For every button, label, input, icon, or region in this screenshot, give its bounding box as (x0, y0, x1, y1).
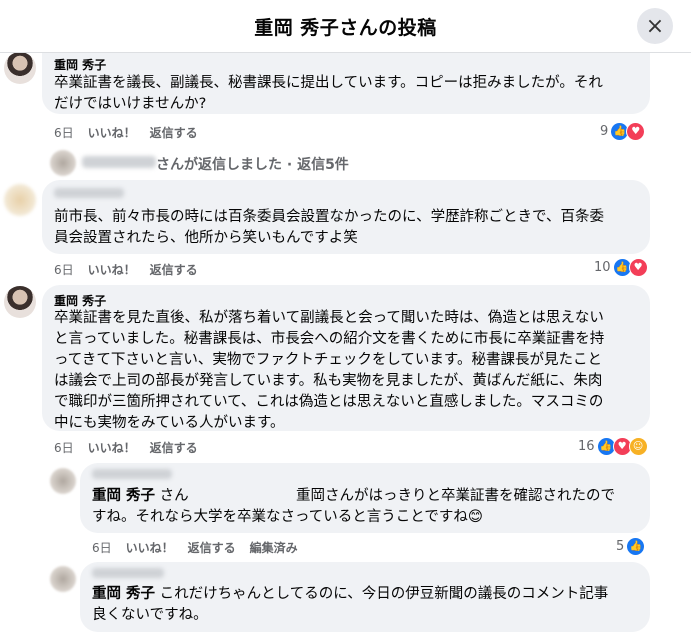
avatar (50, 150, 76, 176)
comment-author[interactable]: 重岡 秀子 (54, 292, 106, 309)
comment-text-line: 重岡さんがはっきりと卒業証書を確認されたので (296, 488, 615, 504)
comment-text-line: 重岡 秀子 これだけちゃんとしてるのに、今日の伊豆新聞の議長のコメント記事 (92, 584, 608, 605)
close-icon: × (645, 13, 665, 39)
comment-time[interactable]: 6日 (54, 124, 74, 141)
love-reaction-icon: ♥ (626, 122, 646, 141)
comment-text-line: は議会で上司の部長が発言しています。私も実物を見ましたが、黄ばんだ紙に、朱肉 (54, 373, 603, 389)
reply-link[interactable]: 返信する (150, 439, 198, 456)
comment-text-line: 重岡 秀子 さん (92, 486, 189, 507)
reaction-summary[interactable]: 5 👍 (616, 537, 646, 556)
comment-actions: 6日 いいね！ 返信する (54, 261, 198, 278)
comment-actions: 6日 いいね！ 返信する 編集済み (92, 539, 298, 556)
comment-text-line: 前市長、前々市長の時には百条委員会設置なかったのに、学歴詐称ごときで、百条委 (54, 209, 604, 225)
comment-text: これだけちゃんとしてるのに、今日の伊豆新聞の議長のコメント記事 (159, 586, 609, 602)
comment-text-line: 卒業証書を議長、副議長、秘書課長に提出しています。コピーは拒みましたが。それ (54, 75, 603, 91)
comment-text-line: すね。それなら大学を卒業なさっていると言うことですね😊 (92, 509, 483, 525)
dialog-header: 重岡 秀子さんの投稿 × (0, 0, 691, 53)
like-link[interactable]: いいね！ (88, 261, 136, 278)
reaction-count: 16 (578, 439, 595, 454)
mention-link[interactable]: 重岡 秀子 (92, 586, 155, 602)
reaction-count: 9 (600, 124, 609, 139)
reaction-count: 5 (616, 539, 625, 554)
comment-author[interactable]: 重岡 秀子 (54, 56, 106, 73)
edited-label: 編集済み (249, 541, 298, 555)
reply-link[interactable]: 返信する (188, 539, 236, 556)
mention-link[interactable]: 重岡 秀子 (92, 488, 155, 504)
comment-text-line: だけではいけませんか? (54, 96, 207, 112)
avatar[interactable] (50, 468, 76, 494)
comment-actions: 6日 いいね！ 返信する (54, 124, 198, 141)
dialog-title: 重岡 秀子さんの投稿 (254, 16, 437, 39)
reply-link[interactable]: 返信する (150, 124, 198, 141)
care-reaction-icon: ☺ (628, 437, 648, 456)
love-reaction-icon: ♥ (628, 258, 648, 277)
like-link[interactable]: いいね！ (88, 439, 136, 456)
reaction-summary[interactable]: 9 👍 ♥ (600, 122, 646, 141)
view-replies-link[interactable]: さんが返信しました · 返信5件 (156, 154, 349, 174)
comment-text-line: ってきて下さいと言い、実物でファクトチェックをしています。秘書課長が見たこと (54, 352, 602, 368)
comment-text-line: と言っていました。秘書課長は、市長会への紹介文を書くために市長に卒業証書を持 (54, 331, 605, 347)
blurred-name (92, 469, 172, 479)
comment-text-line: 中にも実物をみている人がいます。 (54, 415, 285, 431)
avatar[interactable] (4, 52, 36, 84)
comment-text-line: 卒業証書を見た直後、私が落ち着いて副議長と会って聞いた時は、偽造とは思えない (54, 310, 604, 326)
comment-actions: 6日 いいね！ 返信する (54, 439, 198, 456)
like-link[interactable]: いいね！ (126, 539, 174, 556)
comment-time[interactable]: 6日 (54, 439, 74, 456)
avatar[interactable] (4, 184, 36, 216)
close-button[interactable]: × (637, 8, 673, 44)
reaction-summary[interactable]: 10 👍 ♥ (594, 258, 648, 277)
blurred-name (82, 156, 156, 168)
blurred-name (92, 568, 164, 578)
avatar[interactable] (4, 286, 36, 318)
comment-text-line: で職印が三箇所押されていて、これは偽造とは思えないと直感しました。マスコミの (54, 394, 604, 410)
blurred-name (54, 188, 124, 198)
comment-text-line: 良くないですね。 (92, 607, 208, 623)
like-reaction-icon: 👍 (626, 537, 646, 556)
comment-text-line: 員会設置されたら、他所から笑いもんですよ笑 (54, 230, 358, 246)
comment-time[interactable]: 6日 (54, 261, 74, 278)
like-link[interactable]: いいね！ (88, 124, 136, 141)
reaction-summary[interactable]: 16 👍 ♥ ☺ (578, 437, 648, 456)
comment-time[interactable]: 6日 (92, 539, 112, 556)
reaction-count: 10 (594, 260, 611, 275)
avatar[interactable] (50, 566, 76, 592)
reply-link[interactable]: 返信する (150, 261, 198, 278)
honorific: さん (159, 488, 189, 504)
